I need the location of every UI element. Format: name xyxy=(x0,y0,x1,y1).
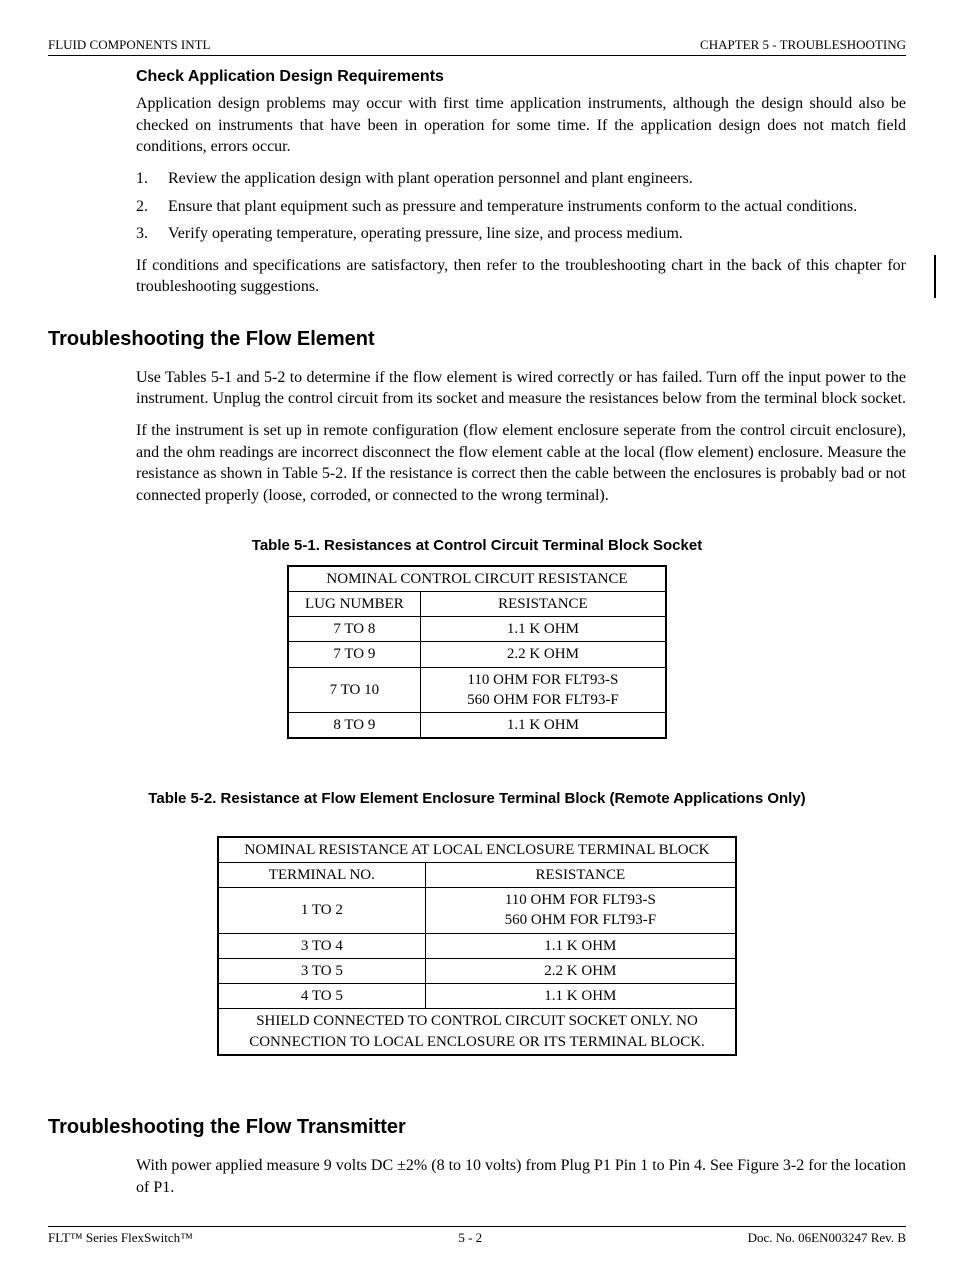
col-header: RESISTANCE xyxy=(420,591,666,616)
header-left: FLUID COMPONENTS INTL xyxy=(48,36,211,54)
paragraph-with-change-bar: If conditions and specifications are sat… xyxy=(136,255,906,298)
table-note: SHIELD CONNECTED TO CONTROL CIRCUIT SOCK… xyxy=(218,1009,736,1055)
page-footer: FLT™ Series FlexSwitch™ 5 - 2 Doc. No. 0… xyxy=(48,1226,906,1247)
footer-center: 5 - 2 xyxy=(458,1229,482,1247)
paragraph: Application design problems may occur wi… xyxy=(136,93,906,158)
list-text: Review the application design with plant… xyxy=(168,168,693,190)
list-item: 3.Verify operating temperature, operatin… xyxy=(136,223,906,245)
table-cell: 2.2 K OHM xyxy=(425,958,736,983)
table-cell: 1 TO 2 xyxy=(218,888,425,934)
table-title: NOMINAL CONTROL CIRCUIT RESISTANCE xyxy=(288,566,666,592)
table-5-2: NOMINAL RESISTANCE AT LOCAL ENCLOSURE TE… xyxy=(217,836,737,1056)
table-cell: 4 TO 5 xyxy=(218,984,425,1009)
col-header: RESISTANCE xyxy=(425,862,736,887)
table-cell: 7 TO 9 xyxy=(288,642,420,667)
table-cell: 3 TO 5 xyxy=(218,958,425,983)
list-item: 1.Review the application design with pla… xyxy=(136,168,906,190)
list-number: 2. xyxy=(136,196,168,218)
numbered-list: 1.Review the application design with pla… xyxy=(136,168,906,245)
table-cell: 2.2 K OHM xyxy=(420,642,666,667)
col-header: LUG NUMBER xyxy=(288,591,420,616)
table-cell: 8 TO 9 xyxy=(288,713,420,739)
list-number: 1. xyxy=(136,168,168,190)
table-5-1: NOMINAL CONTROL CIRCUIT RESISTANCE LUG N… xyxy=(287,565,667,740)
table-cell: 1.1 K OHM xyxy=(425,933,736,958)
table-cell: 1.1 K OHM xyxy=(420,713,666,739)
table-cell: 1.1 K OHM xyxy=(420,617,666,642)
header-right: CHAPTER 5 - TROUBLESHOOTING xyxy=(700,36,906,54)
table-cell: 7 TO 10 xyxy=(288,667,420,713)
paragraph: With power applied measure 9 volts DC ±2… xyxy=(136,1155,906,1198)
page-header: FLUID COMPONENTS INTL CHAPTER 5 - TROUBL… xyxy=(48,36,906,56)
col-header: TERMINAL NO. xyxy=(218,862,425,887)
table-caption-5-2: Table 5-2. Resistance at Flow Element En… xyxy=(48,789,906,809)
list-item: 2.Ensure that plant equipment such as pr… xyxy=(136,196,906,218)
subheading-check-app: Check Application Design Requirements xyxy=(136,66,906,88)
table-title: NOMINAL RESISTANCE AT LOCAL ENCLOSURE TE… xyxy=(218,837,736,863)
section-heading-flow-transmitter: Troubleshooting the Flow Transmitter xyxy=(48,1114,906,1141)
list-text: Verify operating temperature, operating … xyxy=(168,223,683,245)
table-cell: 110 OHM FOR FLT93-S560 OHM FOR FLT93-F xyxy=(420,667,666,713)
table-cell: 3 TO 4 xyxy=(218,933,425,958)
paragraph: Use Tables 5-1 and 5-2 to determine if t… xyxy=(136,367,906,410)
section-heading-flow-element: Troubleshooting the Flow Element xyxy=(48,326,906,353)
footer-right: Doc. No. 06EN003247 Rev. B xyxy=(748,1229,906,1247)
footer-left: FLT™ Series FlexSwitch™ xyxy=(48,1229,193,1247)
table-caption-5-1: Table 5-1. Resistances at Control Circui… xyxy=(48,536,906,556)
list-number: 3. xyxy=(136,223,168,245)
table-cell: 1.1 K OHM xyxy=(425,984,736,1009)
list-text: Ensure that plant equipment such as pres… xyxy=(168,196,857,218)
table-cell: 7 TO 8 xyxy=(288,617,420,642)
table-cell: 110 OHM FOR FLT93-S560 OHM FOR FLT93-F xyxy=(425,888,736,934)
paragraph: If the instrument is set up in remote co… xyxy=(136,420,906,506)
